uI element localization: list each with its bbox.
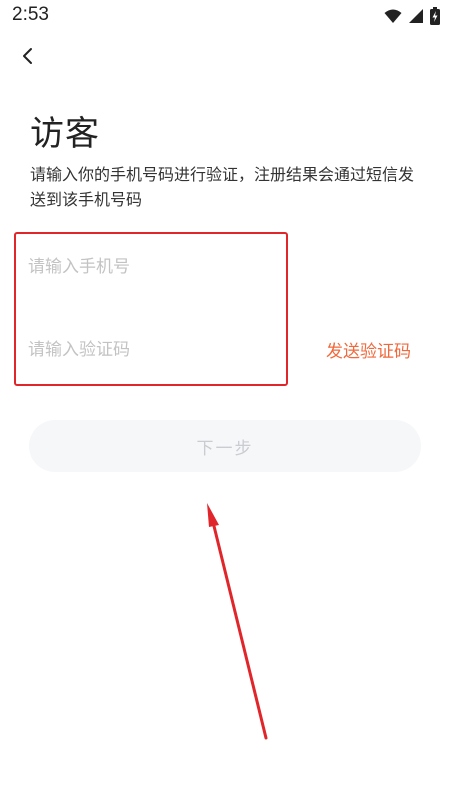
next-button[interactable]: 下一步	[29, 420, 421, 472]
page-title: 访客	[30, 114, 100, 154]
chevron-left-icon	[23, 48, 32, 64]
status-icons	[384, 6, 440, 26]
back-button[interactable]	[14, 42, 42, 70]
page-description: 请输入你的手机号码进行验证，注册结果会通过短信发送到该手机号码	[30, 165, 415, 209]
phone-input[interactable]	[28, 250, 268, 284]
status-time: 2:53	[12, 4, 49, 25]
battery-charging-icon	[430, 7, 440, 25]
signal-icon	[409, 9, 423, 23]
wifi-icon	[384, 9, 402, 23]
status-bar: 2:53	[0, 0, 450, 32]
send-code-button[interactable]: 发送验证码	[326, 337, 411, 362]
verification-code-input[interactable]	[28, 333, 268, 367]
